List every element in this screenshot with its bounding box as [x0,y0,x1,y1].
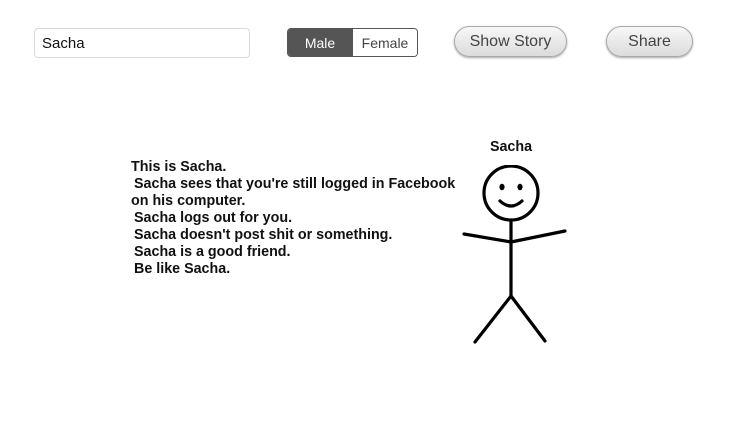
show-story-button[interactable]: Show Story [454,26,567,57]
story-line: Sacha sees that you're still logged in F… [134,176,456,192]
story-line: Sacha doesn't post shit or something. [134,227,393,243]
story-text: This is Sacha. Sacha sees that you're st… [131,159,471,278]
share-button[interactable]: Share [606,26,693,57]
stick-figure-icon [462,165,567,344]
figure-name-label: Sacha [489,139,533,155]
story-line: This is Sacha. [131,159,227,175]
gender-option-male[interactable]: Male [288,29,353,56]
story-line: Sacha logs out for you. [134,210,293,226]
name-input[interactable] [34,28,250,58]
gender-option-female[interactable]: Female [353,29,417,56]
story-line: Be like Sacha. [134,261,231,277]
story-line: Sacha is a good friend. [134,244,291,260]
gender-toggle: Male Female [287,28,418,57]
story-line: on his computer. [131,193,246,209]
